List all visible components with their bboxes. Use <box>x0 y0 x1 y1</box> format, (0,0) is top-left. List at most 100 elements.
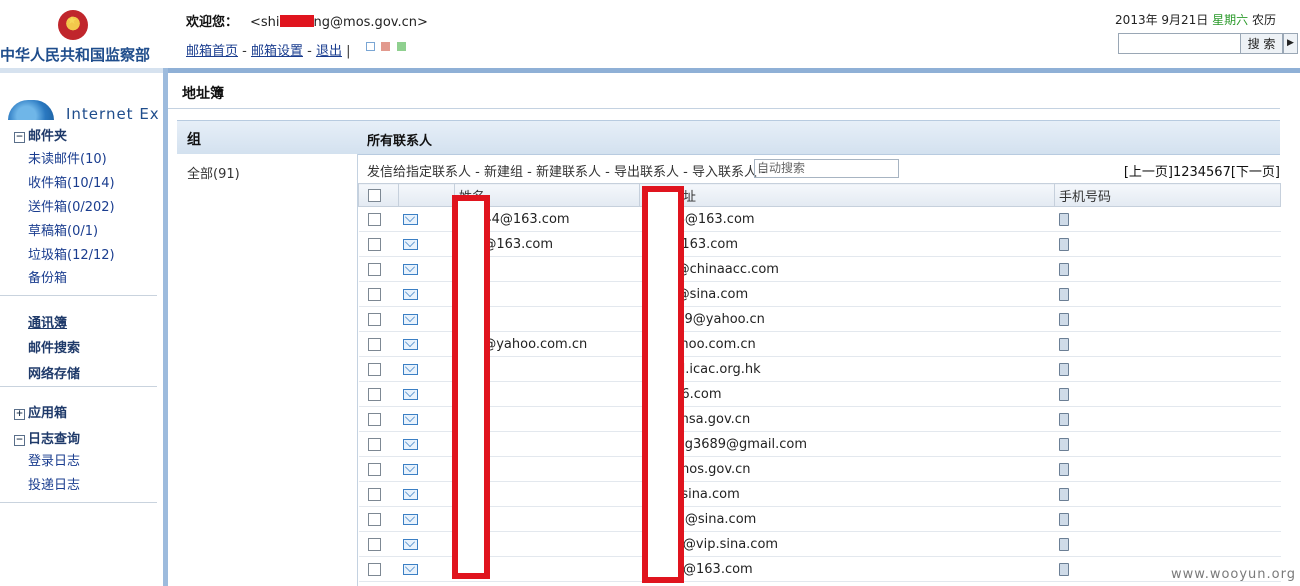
search-arrow-icon[interactable]: ▶ <box>1283 33 1298 54</box>
send-mail-icon[interactable] <box>402 363 418 375</box>
folder-inbox[interactable]: 收件箱(10/14) <box>28 172 115 191</box>
row-checkbox[interactable] <box>367 487 381 501</box>
contact-email[interactable]: 99644@163.com <box>639 206 1055 232</box>
send-mail-icon[interactable] <box>402 388 418 400</box>
row-checkbox[interactable] <box>367 437 381 451</box>
phone-column-header[interactable]: 手机号码 <box>1054 183 1281 207</box>
contact-email[interactable]: 118@163.com <box>639 231 1055 257</box>
row-checkbox[interactable] <box>367 537 381 551</box>
table-row[interactable]: 传胜sheng@163.com <box>358 556 1281 582</box>
table-row[interactable]: 003@sina.com <box>358 481 1281 507</box>
log-login[interactable]: 登录日志 <box>28 450 80 469</box>
auto-search-input[interactable]: 自动搜索 <box>754 159 899 178</box>
send-mail-icon[interactable] <box>402 513 418 525</box>
row-phone-cell <box>1054 456 1281 482</box>
send-mail-icon[interactable] <box>402 288 418 300</box>
import-contacts-link[interactable]: 导入联系人 <box>692 165 757 180</box>
row-checkbox[interactable] <box>367 337 381 351</box>
folder-trash[interactable]: 垃圾箱(12/12) <box>28 244 115 263</box>
sidebar-item-net-storage[interactable]: 网络存储 <box>28 363 80 382</box>
folder-sent[interactable]: 送件箱(0/202) <box>28 196 115 215</box>
table-row[interactable]: 翻译nghung3689@gmail.com <box>358 431 1281 457</box>
logs-section[interactable]: − 日志查询 <box>14 428 80 447</box>
send-mail-icon[interactable] <box>402 463 418 475</box>
pagination[interactable]: [上一页]1234567[下一页] <box>1124 161 1280 180</box>
send-mail-icon[interactable] <box>402 563 418 575</box>
table-row[interactable]: ngq@yahoo.com.cn q@yahoo.com.cn <box>358 331 1281 357</box>
theme-blue-swatch[interactable] <box>366 42 375 51</box>
sidebar-item-addressbook[interactable]: 通讯簿 <box>28 312 67 331</box>
table-row[interactable]: aster@sina.com <box>358 281 1281 307</box>
contact-email[interactable]: sheng@163.com <box>639 556 1055 582</box>
row-checkbox[interactable] <box>367 362 381 376</box>
folder-backup[interactable]: 备份箱 <box>28 267 67 286</box>
folder-unread[interactable]: 未读邮件(10) <box>28 148 107 167</box>
export-contacts-link[interactable]: 导出联系人 <box>614 165 679 180</box>
send-mail-icon[interactable] <box>402 213 418 225</box>
log-delivery[interactable]: 投递日志 <box>28 474 80 493</box>
row-checkbox[interactable] <box>367 512 381 526</box>
logout-link[interactable]: 退出 <box>316 44 342 59</box>
search-button[interactable]: 搜 索 <box>1240 33 1283 54</box>
group-all[interactable]: 全部(91) <box>187 163 240 182</box>
send-mail-icon[interactable] <box>402 263 418 275</box>
send-mail-icon[interactable] <box>402 538 418 550</box>
row-checkbox[interactable] <box>367 262 381 276</box>
table-row[interactable]: g@crd.icac.org.hk <box>358 356 1281 382</box>
table-row[interactable]: 118@163.com 118@163.com <box>358 231 1281 257</box>
row-icon-cell <box>398 481 455 507</box>
header-search-input[interactable] <box>1118 33 1242 54</box>
contact-email[interactable]: 1@126.com <box>639 381 1055 407</box>
contact-email[interactable]: 0047@chinaacc.com <box>639 256 1055 282</box>
mail-folder-section[interactable]: − 邮件夹 <box>14 125 67 144</box>
new-contact-link[interactable]: 新建联系人 <box>536 165 601 180</box>
contact-email[interactable]: g7605@sina.com <box>639 506 1055 532</box>
contact-email[interactable]: nghung3689@gmail.com <box>639 431 1055 457</box>
send-mail-icon[interactable] <box>402 438 418 450</box>
row-checkbox[interactable] <box>367 462 381 476</box>
send-mail-icon[interactable] <box>402 488 418 500</box>
new-group-link[interactable]: 新建组 <box>484 165 523 180</box>
contact-email[interactable]: ing@mos.gov.cn <box>639 456 1055 482</box>
select-all-checkbox[interactable] <box>368 188 381 202</box>
table-row[interactable]: xunlei@vip.sina.com <box>358 531 1281 557</box>
contact-email[interactable]: an0329@yahoo.cn <box>639 306 1055 332</box>
row-checkbox[interactable] <box>367 237 381 251</box>
send-mail-icon[interactable] <box>402 238 418 250</box>
table-row[interactable]: 1@126.com <box>358 381 1281 407</box>
row-checkbox[interactable] <box>367 562 381 576</box>
table-row[interactable]: 99644@163.com 99644@163.com <box>358 206 1281 232</box>
expand-icon[interactable]: + <box>14 409 25 420</box>
collapse-icon[interactable]: − <box>14 435 25 446</box>
row-checkbox[interactable] <box>367 312 381 326</box>
contact-email[interactable]: 003@sina.com <box>639 481 1055 507</box>
send-to-contacts-link[interactable]: 发信给指定联系人 <box>367 165 471 180</box>
theme-red-swatch[interactable] <box>381 42 390 51</box>
table-row[interactable]: 0047@chinaacc.com <box>358 256 1281 282</box>
apps-section[interactable]: + 应用箱 <box>14 402 67 421</box>
mail-settings-link[interactable]: 邮箱设置 <box>251 44 303 59</box>
table-row[interactable]: g7605@sina.com <box>358 506 1281 532</box>
row-checkbox[interactable] <box>367 387 381 401</box>
theme-green-swatch[interactable] <box>397 42 406 51</box>
email-column-header[interactable]: 邮件地址 <box>639 183 1055 207</box>
table-row[interactable]: an0329@yahoo.cn <box>358 306 1281 332</box>
send-mail-icon[interactable] <box>402 413 418 425</box>
table-row[interactable]: ing@mos.gov.cn <box>358 456 1281 482</box>
contact-email[interactable]: xunlei@vip.sina.com <box>639 531 1055 557</box>
mail-home-link[interactable]: 邮箱首页 <box>186 44 238 59</box>
collapse-icon[interactable]: − <box>14 132 25 143</box>
contact-email[interactable]: aster@sina.com <box>639 281 1055 307</box>
contact-email[interactable]: q@yahoo.com.cn <box>639 331 1055 357</box>
contact-email[interactable]: g@crd.icac.org.hk <box>639 356 1055 382</box>
send-mail-icon[interactable] <box>402 313 418 325</box>
send-mail-icon[interactable] <box>402 338 418 350</box>
table-row[interactable]: nny@nsa.gov.cn <box>358 406 1281 432</box>
contact-email[interactable]: nny@nsa.gov.cn <box>639 406 1055 432</box>
row-checkbox[interactable] <box>367 287 381 301</box>
sidebar-item-mail-search[interactable]: 邮件搜索 <box>28 337 80 356</box>
row-checkbox[interactable] <box>367 412 381 426</box>
row-phone-cell <box>1054 356 1281 382</box>
row-checkbox[interactable] <box>367 212 381 226</box>
folder-drafts[interactable]: 草稿箱(0/1) <box>28 220 98 239</box>
